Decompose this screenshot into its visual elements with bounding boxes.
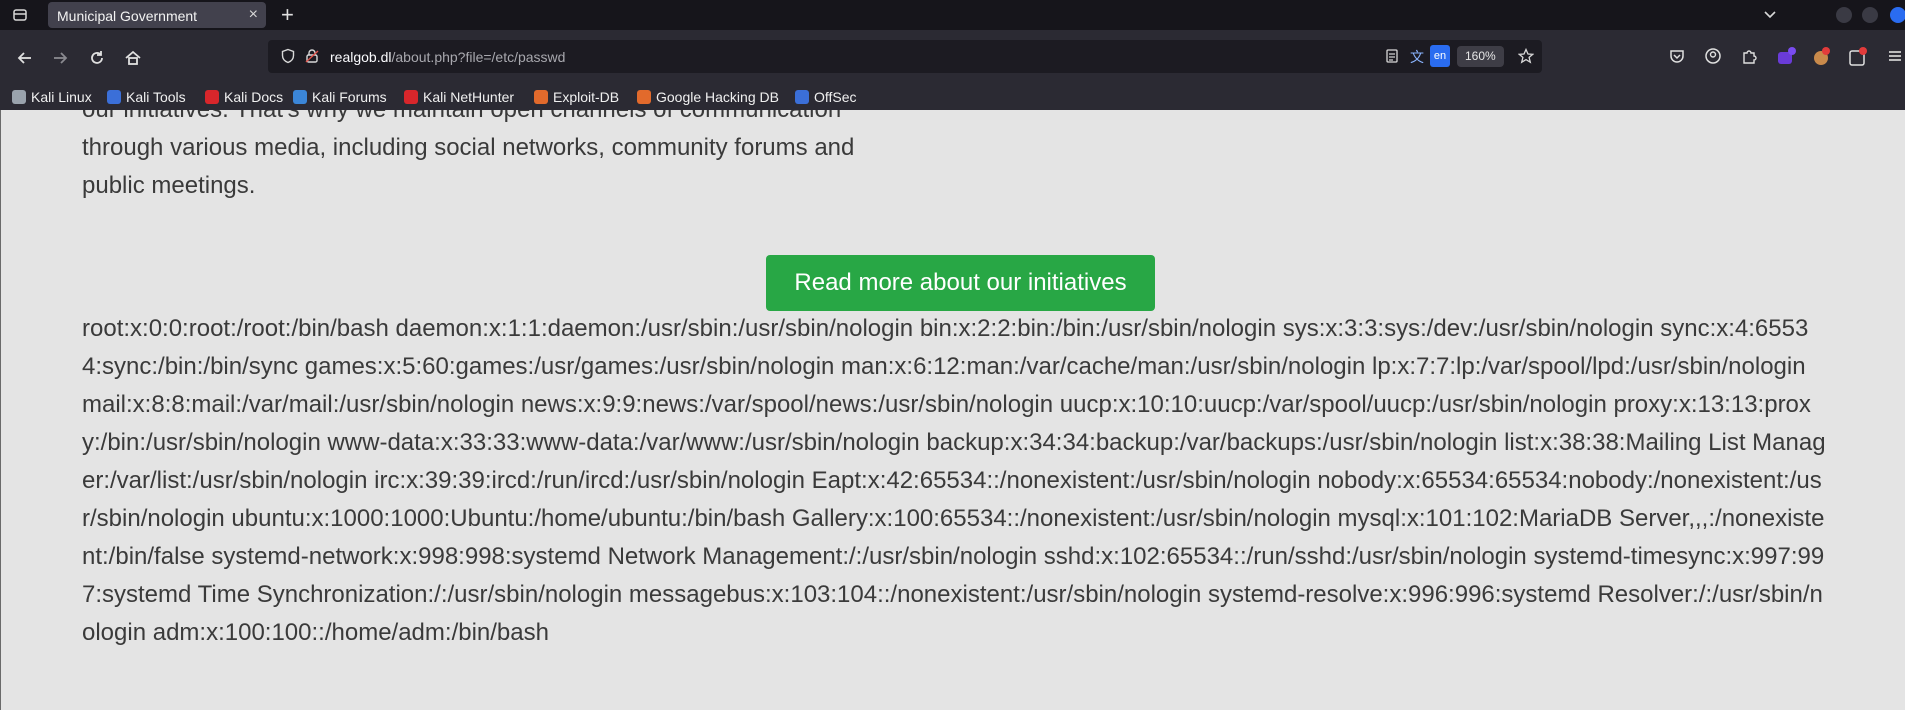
bookmark-kali-linux[interactable]: Kali Linux <box>12 84 92 110</box>
minimize-button[interactable] <box>1836 7 1852 23</box>
home-icon[interactable] <box>122 47 144 69</box>
extension-cookie-icon[interactable] <box>1812 47 1834 69</box>
bookmarks-toolbar: Kali Linux Kali Tools Kali Docs Kali For… <box>0 84 1905 111</box>
kali-tools-icon <box>107 90 121 104</box>
back-icon[interactable] <box>14 47 36 69</box>
url-text[interactable]: realgob.dl/about.php?file=/etc/passwd <box>330 49 565 65</box>
bookmark-label: Exploit-DB <box>553 89 620 105</box>
bookmark-kali-tools[interactable]: Kali Tools <box>107 84 186 110</box>
read-more-button[interactable]: Read more about our initiatives <box>766 255 1155 311</box>
bookmark-kali-forums[interactable]: Kali Forums <box>293 84 387 110</box>
shield-icon[interactable] <box>280 48 296 69</box>
tab-close-icon[interactable]: × <box>249 6 258 24</box>
bookmark-kali-nethunter[interactable]: Kali NetHunter <box>404 84 514 110</box>
bookmark-label: Kali Linux <box>31 89 92 105</box>
zoom-level[interactable]: 160% <box>1457 46 1504 67</box>
page-content: our initiatives. That's why we maintain … <box>0 110 1905 710</box>
close-window-button[interactable] <box>1890 7 1905 23</box>
google-hacking-db-icon <box>637 90 651 104</box>
url-path: /about.php?file=/etc/passwd <box>391 49 566 65</box>
bookmark-kali-docs[interactable]: Kali Docs <box>205 84 283 110</box>
included-file-output: root:x:0:0:root:/root:/bin/bash daemon:x… <box>82 315 1826 646</box>
kali-dragon-icon <box>12 90 26 104</box>
tab-title: Municipal Government <box>57 8 198 24</box>
extension-notes-icon[interactable] <box>1848 47 1870 69</box>
bookmark-label: OffSec <box>814 89 857 105</box>
reader-view-icon[interactable] <box>1384 48 1400 69</box>
kali-nethunter-icon <box>404 90 418 104</box>
bookmark-label: Kali Docs <box>224 89 284 105</box>
extension-purple-icon[interactable] <box>1776 47 1798 69</box>
url-host: realgob.dl <box>330 49 392 65</box>
bookmark-label: Kali NetHunter <box>423 89 515 105</box>
menu-icon[interactable] <box>1886 47 1905 69</box>
browser-tab[interactable]: Municipal Government × <box>48 2 266 28</box>
address-bar[interactable]: realgob.dl/about.php?file=/etc/passwd 文 … <box>268 40 1542 73</box>
navigation-bar: realgob.dl/about.php?file=/etc/passwd 文 … <box>0 30 1905 84</box>
bookmark-google-hacking-db[interactable]: Google Hacking DB <box>637 84 779 110</box>
bookmark-label: Kali Forums <box>312 89 387 105</box>
translate-icon[interactable]: 文 <box>1410 47 1424 67</box>
chevron-down-icon[interactable] <box>1762 6 1778 27</box>
bookmark-label: Kali Tools <box>126 89 186 105</box>
tab-list-icon[interactable] <box>8 4 32 26</box>
offsec-icon <box>795 90 809 104</box>
lock-icon[interactable] <box>304 48 320 69</box>
bookmark-label: Google Hacking DB <box>656 89 779 105</box>
kali-docs-icon <box>205 90 219 104</box>
bookmark-star-icon[interactable] <box>1517 47 1535 69</box>
translate-language-badge[interactable]: en <box>1430 45 1450 67</box>
account-icon[interactable] <box>1704 47 1726 69</box>
bookmark-exploit-db[interactable]: Exploit-DB <box>534 84 619 110</box>
intro-paragraph: our initiatives. That's why we maintain … <box>82 110 855 199</box>
forward-icon[interactable] <box>49 47 71 69</box>
reload-icon[interactable] <box>86 47 108 69</box>
maximize-button[interactable] <box>1862 7 1878 23</box>
pocket-icon[interactable] <box>1668 47 1690 69</box>
exploit-db-icon <box>534 90 548 104</box>
tab-bar: Municipal Government × + <box>0 0 1905 30</box>
extensions-icon[interactable] <box>1740 47 1762 69</box>
bookmark-offsec[interactable]: OffSec <box>795 84 857 110</box>
kali-forums-icon <box>293 90 307 104</box>
new-tab-button[interactable]: + <box>281 2 294 28</box>
